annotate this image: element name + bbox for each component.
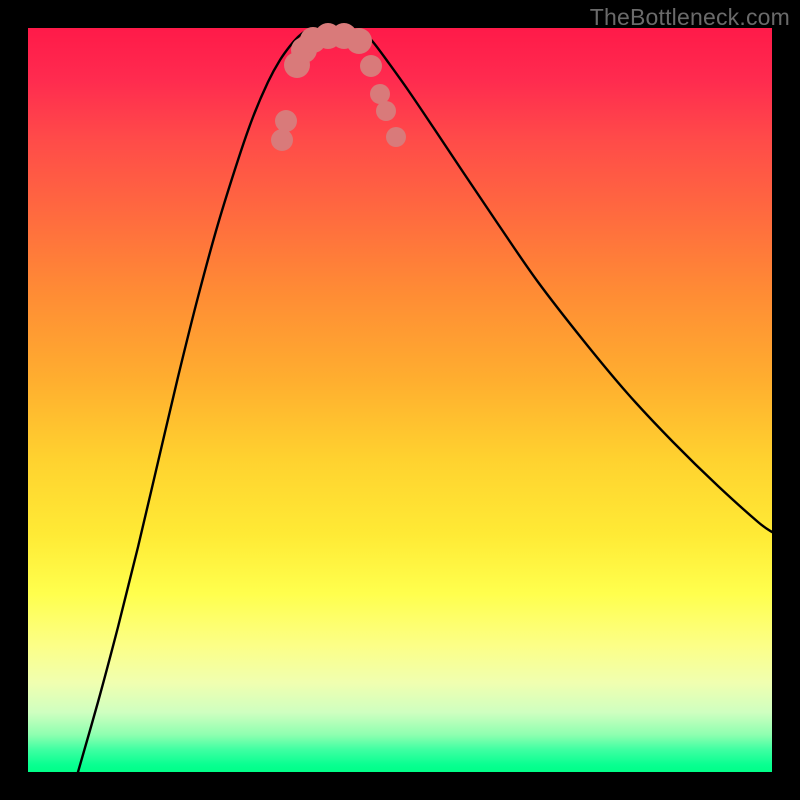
marker-group bbox=[271, 23, 406, 151]
marker-point bbox=[386, 127, 406, 147]
marker-point bbox=[376, 101, 396, 121]
marker-point bbox=[275, 110, 297, 132]
series-left-branch bbox=[78, 32, 304, 772]
marker-point bbox=[346, 28, 372, 54]
marker-point bbox=[271, 129, 293, 151]
watermark-text: TheBottleneck.com bbox=[590, 4, 790, 31]
series-group bbox=[78, 32, 772, 772]
plot-area bbox=[28, 28, 772, 772]
marker-point bbox=[370, 84, 390, 104]
series-right-branch bbox=[363, 32, 772, 532]
marker-point bbox=[360, 55, 382, 77]
curve-svg bbox=[28, 28, 772, 772]
outer-frame: TheBottleneck.com bbox=[0, 0, 800, 800]
